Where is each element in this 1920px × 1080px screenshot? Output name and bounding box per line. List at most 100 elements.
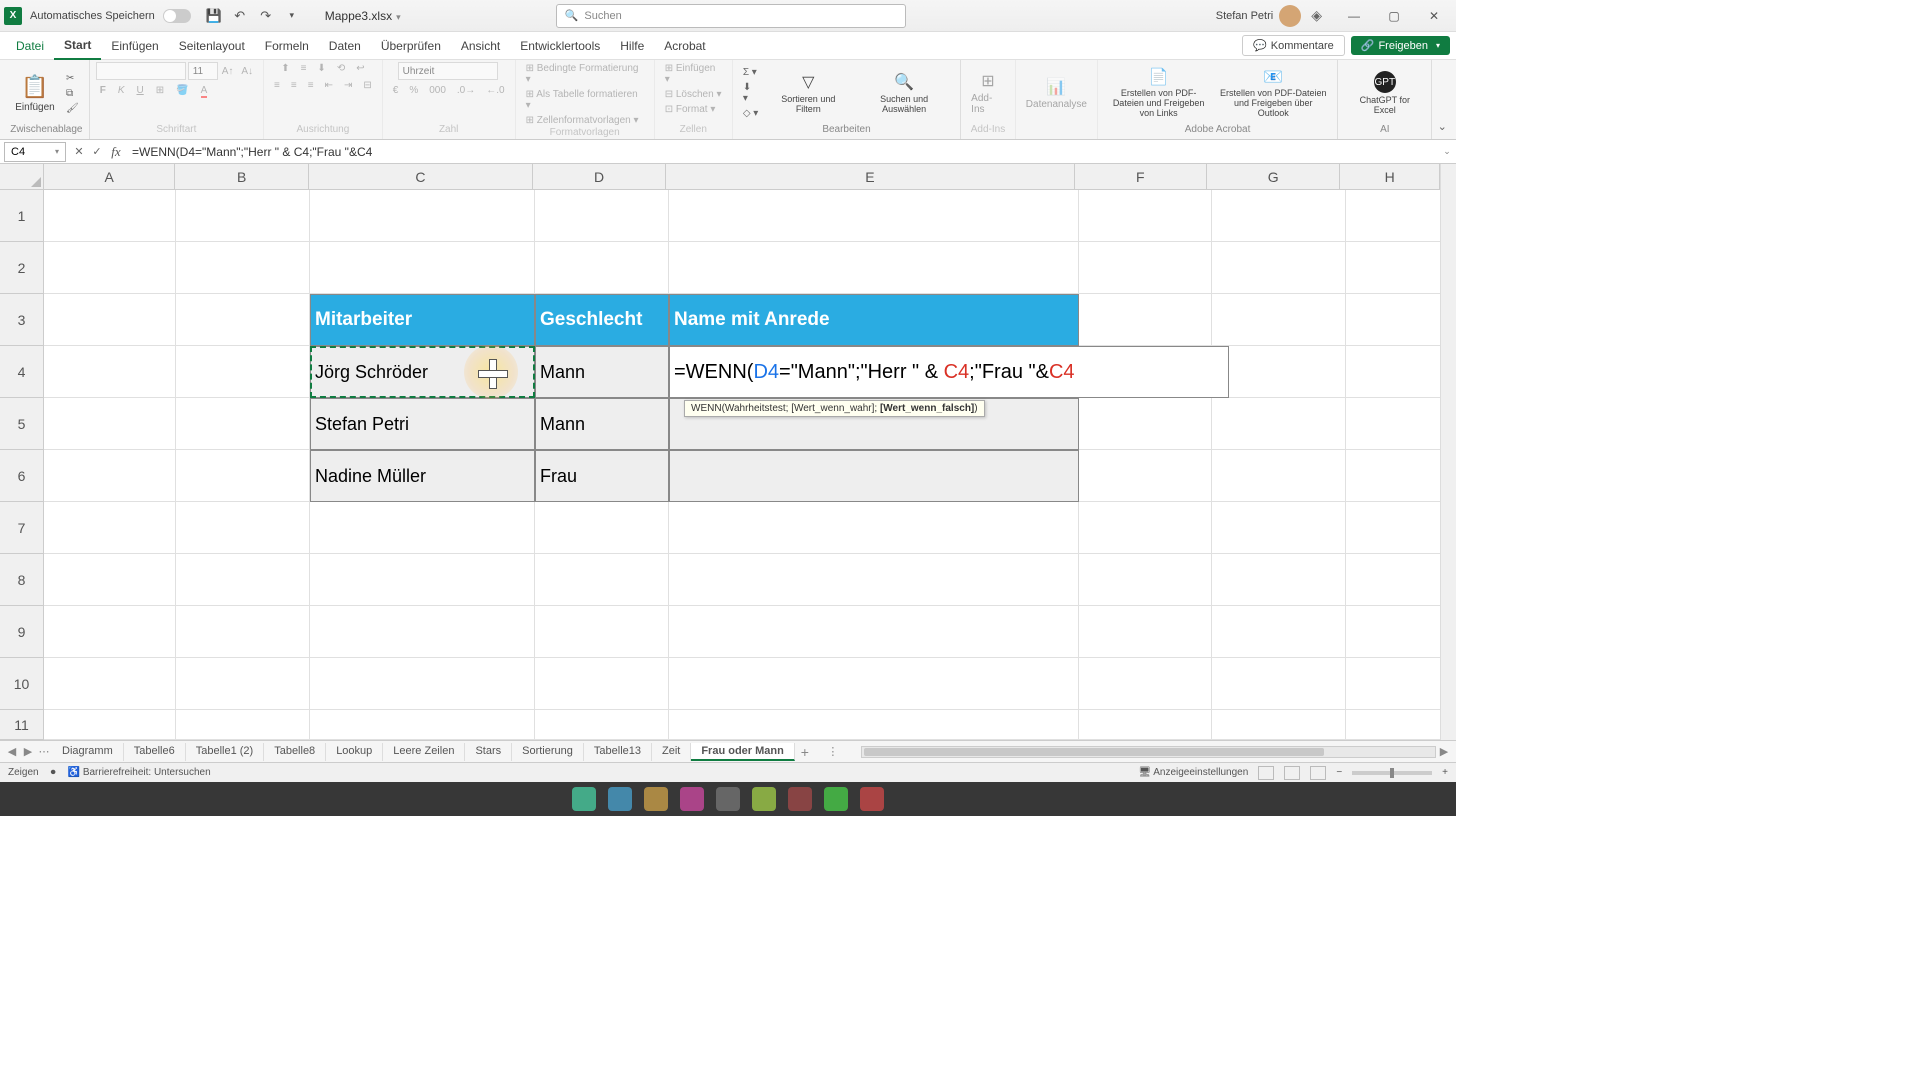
view-pagelayout-icon[interactable]: [1284, 766, 1300, 780]
taskbar-icon[interactable]: [824, 787, 848, 811]
conditional-formatting-button[interactable]: ⊞ Bedingte Formatierung ▾: [522, 62, 648, 86]
name-box[interactable]: C4▾: [4, 142, 66, 162]
cell-d2[interactable]: [535, 242, 669, 294]
minimize-icon[interactable]: —: [1336, 2, 1372, 30]
indent-inc-icon[interactable]: ⇥: [340, 79, 356, 92]
fx-icon[interactable]: fx: [106, 144, 126, 160]
indent-dec-icon[interactable]: ⇤: [321, 79, 337, 92]
cell-c9[interactable]: [310, 606, 535, 658]
cell-a9[interactable]: [44, 606, 176, 658]
cell-e10[interactable]: [669, 658, 1079, 710]
clear-icon[interactable]: ◇ ▾: [739, 107, 763, 120]
header-mitarbeiter[interactable]: Mitarbeiter: [310, 294, 535, 346]
thousands-icon[interactable]: 000: [425, 84, 450, 97]
tab-developer[interactable]: Entwicklertools: [510, 32, 610, 60]
autosave-toggle[interactable]: [163, 9, 191, 23]
formula-input[interactable]: =WENN(D4="Mann";"Herr " & C4;"Frau "&C4: [126, 145, 1438, 159]
column-header-f[interactable]: F: [1075, 164, 1207, 190]
select-all-button[interactable]: [0, 164, 44, 190]
cell-h1[interactable]: [1346, 190, 1446, 242]
sheet-nav-next-icon[interactable]: ▶: [20, 745, 36, 758]
cell-d6[interactable]: Frau: [535, 450, 669, 502]
add-sheet-button[interactable]: +: [795, 744, 815, 760]
tab-help[interactable]: Hilfe: [610, 32, 654, 60]
column-header-b[interactable]: B: [175, 164, 308, 190]
pdf-share-outlook-button[interactable]: 📧Erstellen von PDF-Dateien und Freigeben…: [1215, 65, 1331, 121]
format-painter-icon[interactable]: 🖌: [62, 102, 83, 115]
cell-b11[interactable]: [176, 710, 310, 740]
cell-f5[interactable]: [1079, 398, 1212, 450]
expand-formula-bar-icon[interactable]: ⌄: [1438, 146, 1456, 157]
copy-icon[interactable]: ⧉: [62, 87, 83, 100]
currency-icon[interactable]: €: [389, 84, 403, 97]
cell-g11[interactable]: [1212, 710, 1346, 740]
sheet-nav-prev-icon[interactable]: ◀: [4, 745, 20, 758]
accessibility-status[interactable]: ♿ Barrierefreiheit: Untersuchen: [68, 767, 211, 778]
taskbar-icon[interactable]: [860, 787, 884, 811]
taskbar-icon[interactable]: [608, 787, 632, 811]
sheet-tab-tabelle1-2-[interactable]: Tabelle1 (2): [186, 743, 264, 761]
cell-h6[interactable]: [1346, 450, 1446, 502]
cell-f8[interactable]: [1079, 554, 1212, 606]
tab-view[interactable]: Ansicht: [451, 32, 510, 60]
cell-f10[interactable]: [1079, 658, 1212, 710]
border-icon[interactable]: ⊞: [152, 84, 168, 97]
view-pagebreak-icon[interactable]: [1310, 766, 1326, 780]
column-header-g[interactable]: G: [1207, 164, 1340, 190]
cell-g1[interactable]: [1212, 190, 1346, 242]
wrap-text-icon[interactable]: ↩: [352, 62, 368, 75]
percent-icon[interactable]: %: [405, 84, 422, 97]
row-header-7[interactable]: 7: [0, 502, 44, 554]
cell-g4[interactable]: [1212, 346, 1346, 398]
sort-filter-button[interactable]: ▽Sortieren und Filtern: [764, 70, 852, 116]
taskbar-icon[interactable]: [572, 787, 596, 811]
cell-e9[interactable]: [669, 606, 1079, 658]
format-as-table-button[interactable]: ⊞ Als Tabelle formatieren ▾: [522, 88, 648, 112]
cell-c4[interactable]: Jörg Schröder: [310, 346, 535, 398]
cut-icon[interactable]: ✂: [62, 72, 83, 85]
cell-d9[interactable]: [535, 606, 669, 658]
cell-b3[interactable]: [176, 294, 310, 346]
redo-icon[interactable]: ↷: [255, 5, 277, 27]
diamond-icon[interactable]: ◈: [1311, 7, 1322, 24]
cell-b6[interactable]: [176, 450, 310, 502]
cell-g9[interactable]: [1212, 606, 1346, 658]
cell-h8[interactable]: [1346, 554, 1446, 606]
cell-d1[interactable]: [535, 190, 669, 242]
tab-data[interactable]: Daten: [319, 32, 371, 60]
taskbar-icon[interactable]: [752, 787, 776, 811]
cell-h3[interactable]: [1346, 294, 1446, 346]
cell-a4[interactable]: [44, 346, 176, 398]
cell-a10[interactable]: [44, 658, 176, 710]
cell-b9[interactable]: [176, 606, 310, 658]
cell-a11[interactable]: [44, 710, 176, 740]
column-header-h[interactable]: H: [1340, 164, 1440, 190]
align-bottom-icon[interactable]: ⬇: [313, 62, 329, 75]
increase-font-icon[interactable]: A↑: [218, 65, 238, 78]
tab-review[interactable]: Überprüfen: [371, 32, 451, 60]
cell-b1[interactable]: [176, 190, 310, 242]
column-header-e[interactable]: E: [666, 164, 1074, 190]
underline-icon[interactable]: U: [132, 84, 147, 97]
sheet-tab-frau-oder-mann[interactable]: Frau oder Mann: [691, 743, 795, 761]
fill-icon[interactable]: ⬇ ▾: [739, 81, 763, 105]
cell-d5[interactable]: Mann: [535, 398, 669, 450]
tab-start[interactable]: Start: [54, 32, 101, 60]
cell-a2[interactable]: [44, 242, 176, 294]
cells-area[interactable]: Mitarbeiter Geschlecht Name mit Anrede J…: [44, 190, 1440, 740]
cell-e4-editing[interactable]: =WENN(D4="Mann";"Herr " & C4;"Frau "&C4: [669, 346, 1229, 398]
insert-cells-button[interactable]: ⊞ Einfügen ▾: [661, 62, 726, 86]
row-header-6[interactable]: 6: [0, 450, 44, 502]
cell-e1[interactable]: [669, 190, 1079, 242]
merge-icon[interactable]: ⊟: [359, 79, 375, 92]
taskbar-icon[interactable]: [680, 787, 704, 811]
cell-e6[interactable]: [669, 450, 1079, 502]
column-header-a[interactable]: A: [44, 164, 175, 190]
sheet-tab-tabelle8[interactable]: Tabelle8: [264, 743, 326, 761]
column-header-c[interactable]: C: [309, 164, 533, 190]
sheet-tab-diagramm[interactable]: Diagramm: [52, 743, 124, 761]
maximize-icon[interactable]: ▢: [1376, 2, 1412, 30]
comments-button[interactable]: 💬 Kommentare: [1242, 35, 1345, 56]
format-cells-button[interactable]: ⊡ Format ▾: [661, 103, 720, 116]
cell-f7[interactable]: [1079, 502, 1212, 554]
